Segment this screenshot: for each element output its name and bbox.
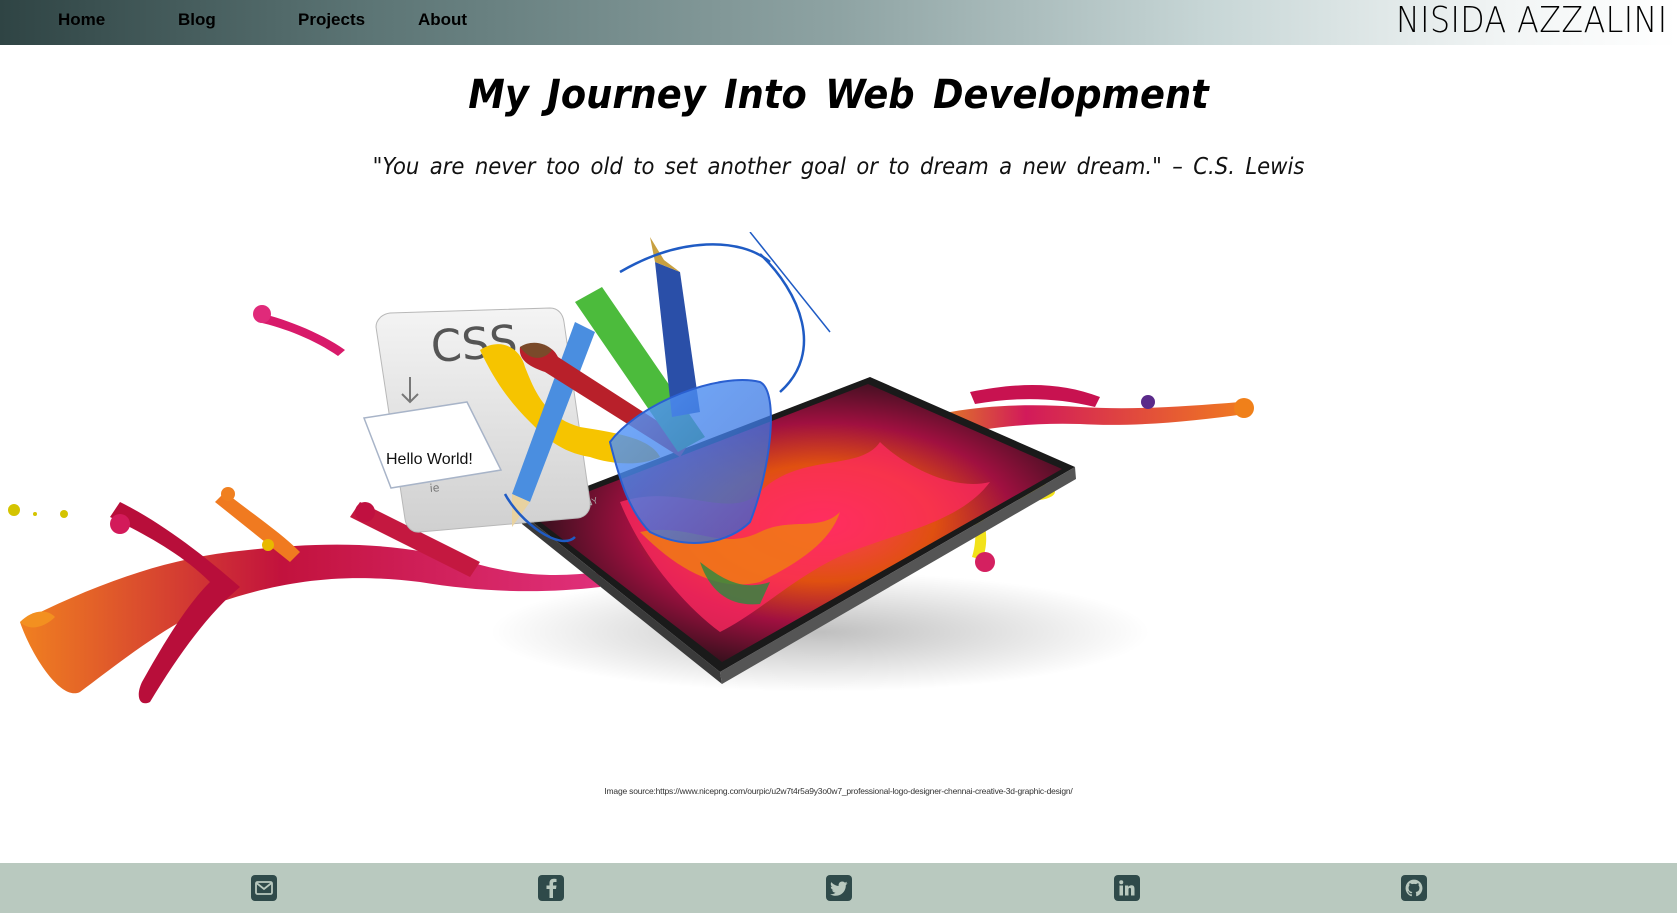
browser-label: ie <box>429 481 440 495</box>
quote-text: "You are never too old to set another go… <box>372 154 1305 180</box>
linkedin-icon[interactable] <box>1114 875 1140 901</box>
github-icon[interactable] <box>1401 875 1427 901</box>
email-icon[interactable] <box>251 875 277 901</box>
hello-world-text: Hello World! <box>386 451 473 468</box>
nav-link-about[interactable]: About <box>418 0 467 40</box>
twitter-icon[interactable] <box>826 875 852 901</box>
image-source-caption: Image source:https://www.nicepng.com/our… <box>604 786 1073 796</box>
facebook-icon[interactable] <box>538 875 564 901</box>
nav-link-home[interactable]: Home <box>58 0 105 40</box>
top-navbar: Home Blog Projects About NISIDA AZZALINI <box>0 0 1677 45</box>
nav-link-blog[interactable]: Blog <box>178 0 216 40</box>
page-title: My Journey Into Web Development <box>468 72 1209 118</box>
nav-link-projects[interactable]: Projects <box>298 0 365 40</box>
footer <box>0 863 1677 913</box>
hero-illustration: SONY CSS ie Hello World! <box>8 232 1254 704</box>
site-brand[interactable]: NISIDA AZZALINI <box>1396 0 1667 42</box>
